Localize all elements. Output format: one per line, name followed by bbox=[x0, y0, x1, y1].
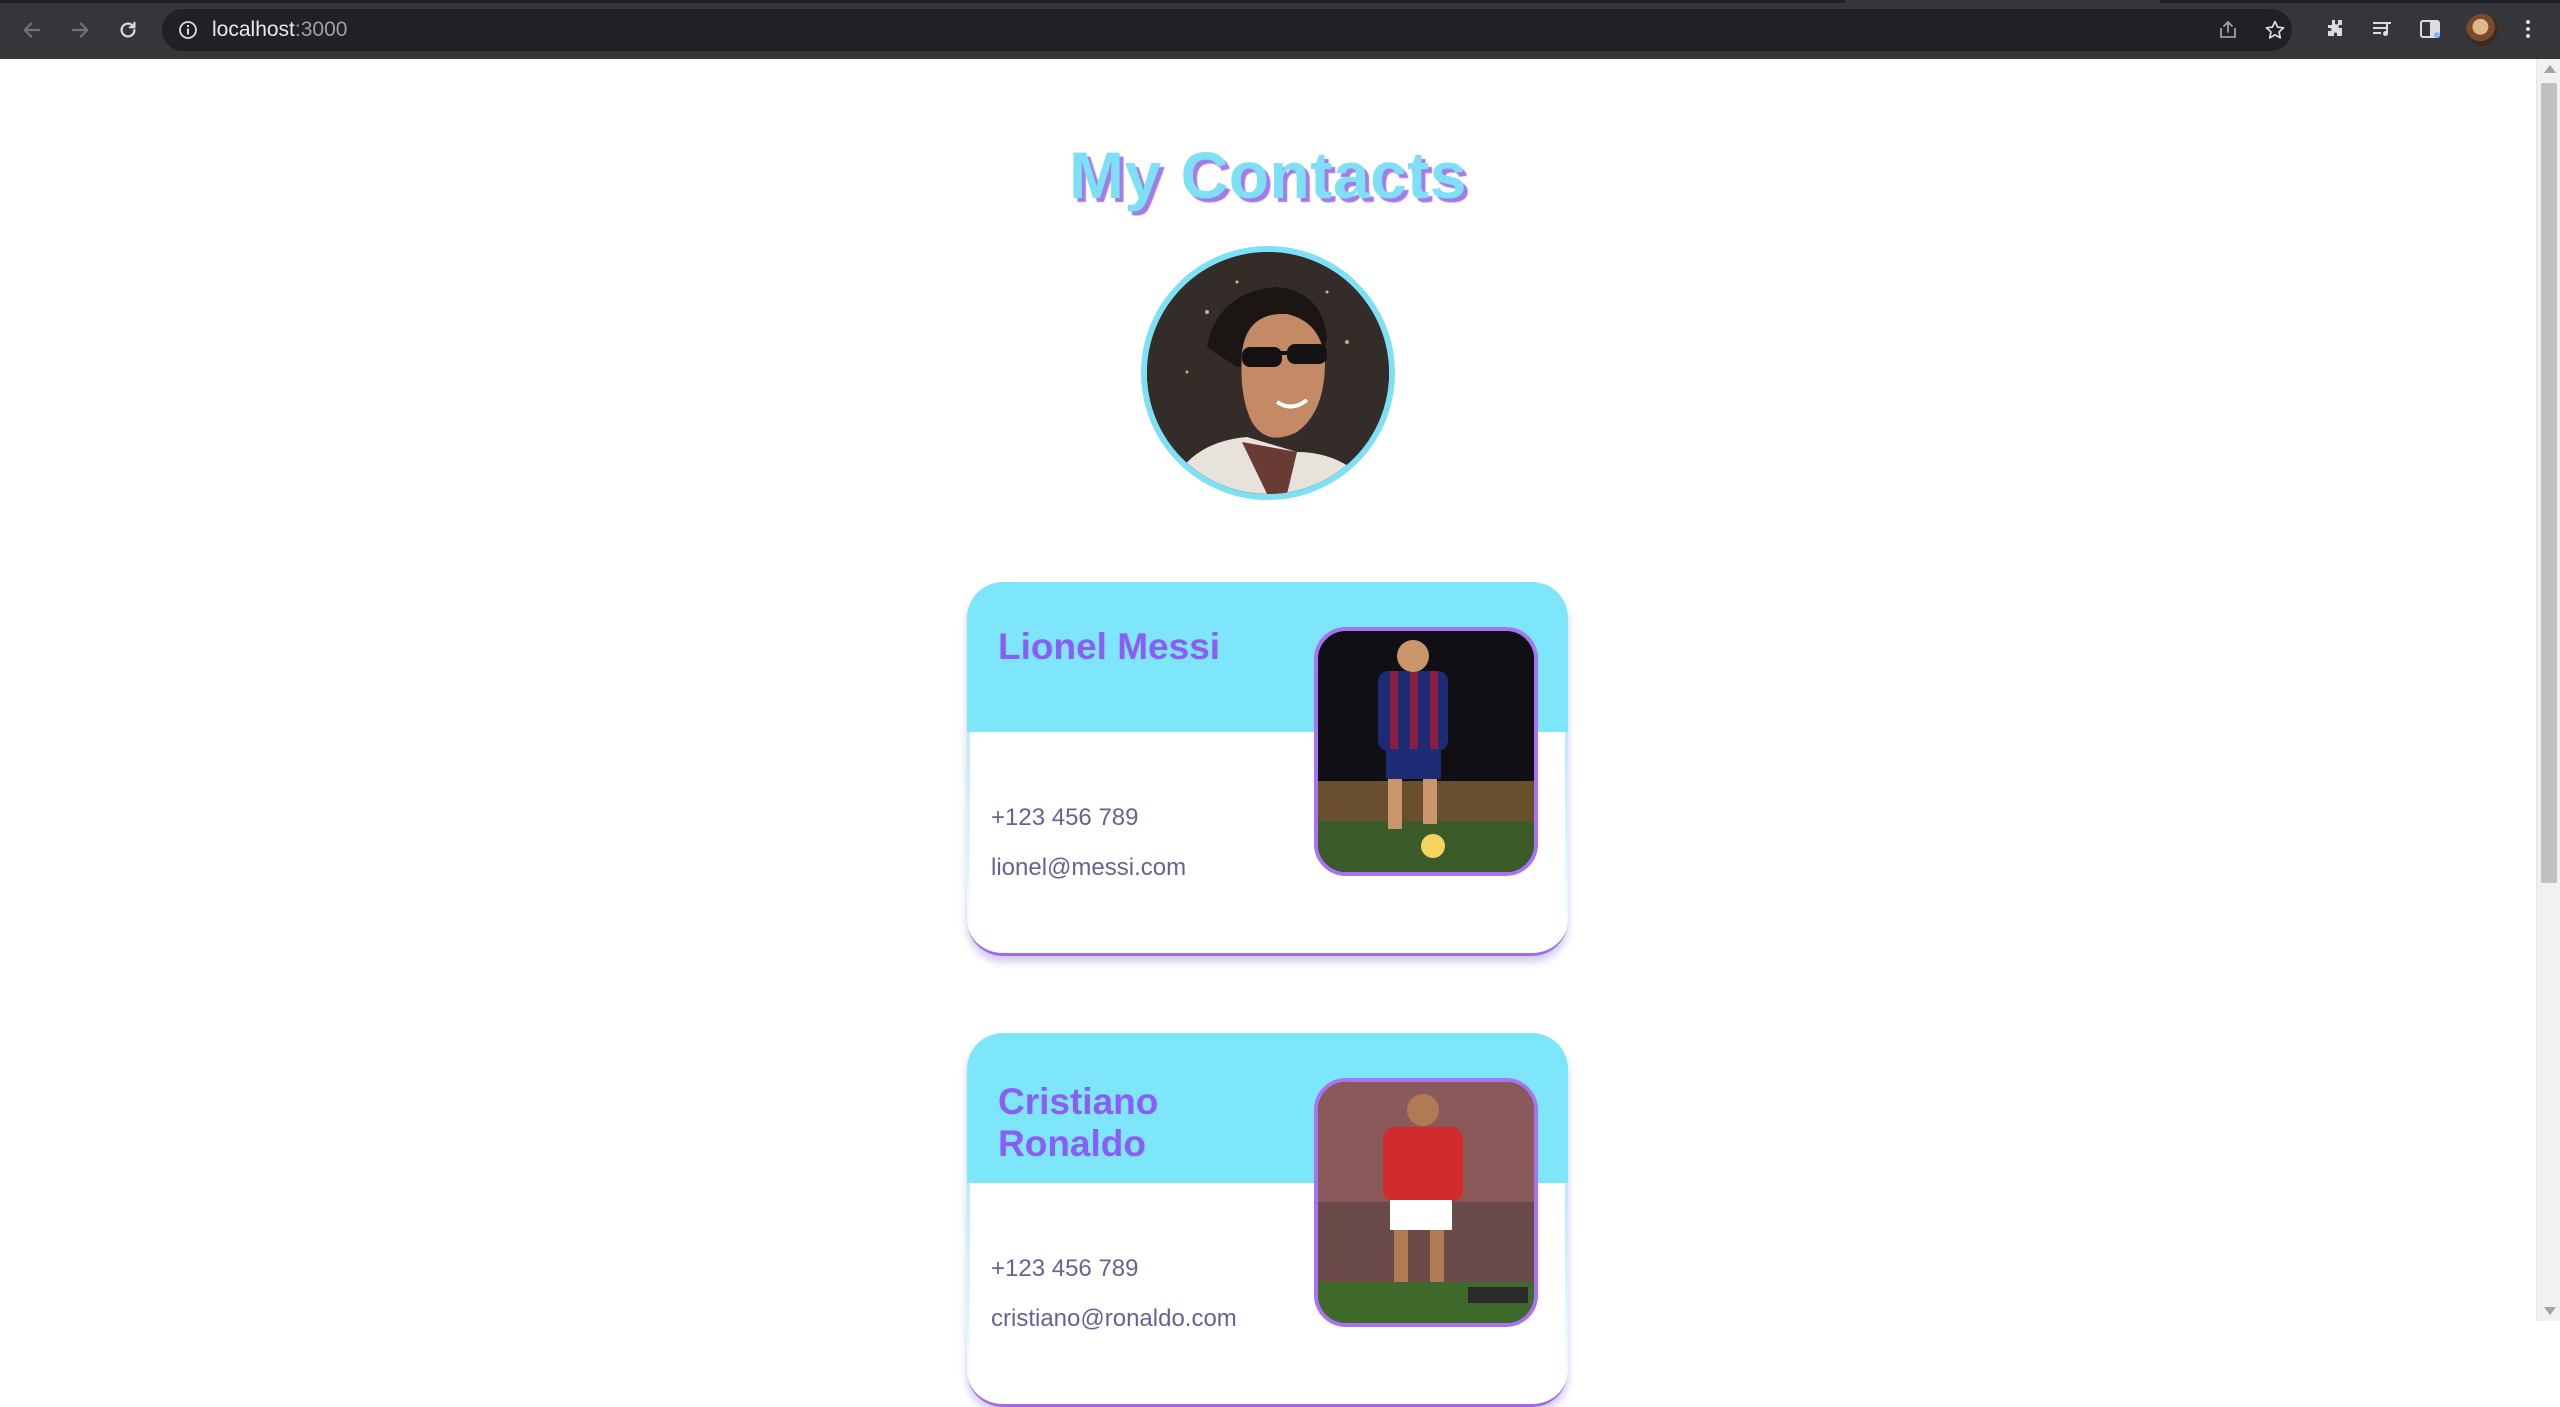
address-bar[interactable]: localhost:3000 bbox=[162, 9, 2292, 51]
forward-button[interactable] bbox=[63, 13, 97, 47]
contact-email: lionel@messi.com bbox=[991, 854, 1187, 881]
contact-card: Lionel Messi +123 456 789 lionel@messi.c… bbox=[967, 582, 1568, 956]
scroll-down-arrow-icon[interactable] bbox=[2544, 1307, 2556, 1315]
contact-photo bbox=[1314, 1078, 1538, 1327]
contact-photo bbox=[1314, 627, 1538, 876]
scrollbar-thumb[interactable] bbox=[2541, 83, 2557, 883]
contact-phone: +123 456 789 bbox=[991, 1255, 1139, 1282]
contact-phone: +123 456 789 bbox=[991, 804, 1139, 831]
info-icon[interactable] bbox=[178, 20, 198, 40]
reload-button[interactable] bbox=[111, 13, 145, 47]
side-panel-icon[interactable] bbox=[2418, 17, 2442, 41]
user-portrait-image bbox=[1147, 252, 1389, 494]
contact-name: Cristiano Ronaldo bbox=[998, 1081, 1159, 1164]
contact-photo-image bbox=[1318, 631, 1534, 872]
arrow-left-icon bbox=[23, 22, 41, 38]
star-icon[interactable] bbox=[2264, 19, 2286, 41]
profile-avatar[interactable] bbox=[2466, 14, 2498, 46]
page-title: My Contacts bbox=[1069, 138, 1467, 212]
back-button[interactable] bbox=[15, 13, 49, 47]
browser-toolbar: localhost:3000 bbox=[0, 0, 2560, 59]
kebab-menu-icon[interactable] bbox=[2516, 17, 2540, 41]
page-viewport: My Contacts Lionel Messi +123 456 789 li… bbox=[0, 59, 2536, 1407]
contact-photo-image bbox=[1318, 1082, 1534, 1323]
scroll-up-arrow-icon[interactable] bbox=[2544, 65, 2556, 73]
url-text[interactable]: localhost:3000 bbox=[212, 18, 347, 42]
share-icon[interactable] bbox=[2217, 19, 2239, 41]
vertical-scrollbar[interactable] bbox=[2536, 59, 2560, 1321]
playlist-icon[interactable] bbox=[2370, 17, 2394, 41]
reload-icon bbox=[120, 21, 136, 38]
puzzle-icon[interactable] bbox=[2323, 17, 2347, 41]
contact-card: Cristiano Ronaldo +123 456 789 cristiano… bbox=[967, 1033, 1568, 1407]
user-avatar bbox=[1141, 246, 1395, 500]
contact-name: Lionel Messi bbox=[998, 626, 1221, 667]
url-port: :3000 bbox=[294, 18, 348, 41]
arrow-right-icon bbox=[71, 22, 89, 38]
url-host: localhost bbox=[212, 18, 295, 41]
tab-strip-edge bbox=[0, 0, 2560, 3]
contact-email: cristiano@ronaldo.com bbox=[991, 1305, 1237, 1332]
